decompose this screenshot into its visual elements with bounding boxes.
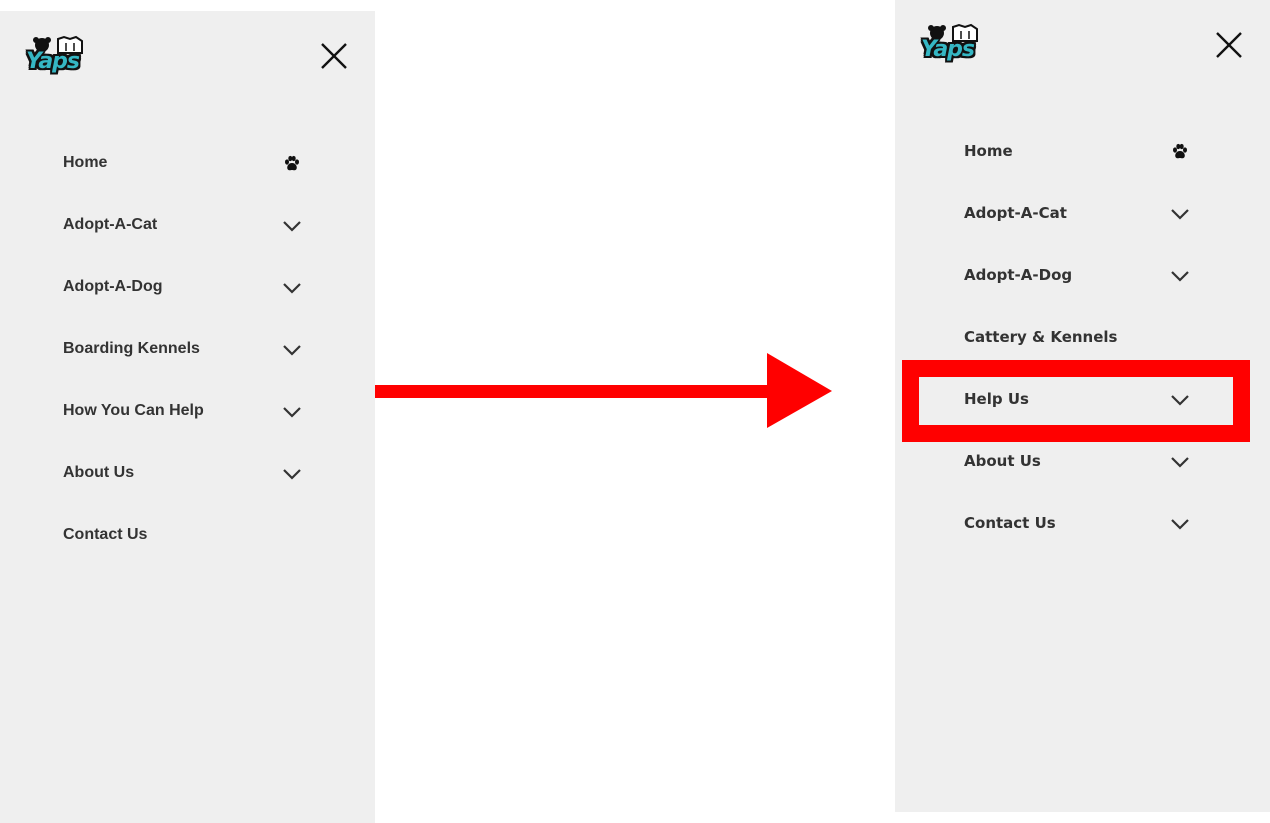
chevron-down-icon[interactable] — [282, 278, 302, 298]
menu-item-adopt-a-dog[interactable]: Adopt-A-Dog — [63, 268, 308, 308]
menu-item-adopt-a-dog[interactable]: Adopt-A-Dog — [964, 256, 1199, 296]
menu-item-label: Adopt-A-Dog — [63, 278, 163, 295]
menu-item-adopt-a-cat[interactable]: Adopt-A-Cat — [63, 206, 308, 246]
close-menu-button[interactable] — [319, 41, 349, 71]
chevron-down-icon[interactable] — [282, 216, 302, 236]
chevron-down-icon[interactable] — [1170, 204, 1190, 224]
menu-item-cattery-kennels[interactable]: Cattery & Kennels — [964, 318, 1199, 358]
menu-item-label: How You Can Help — [63, 402, 204, 419]
chevron-down-icon[interactable] — [1170, 514, 1190, 534]
chevron-down-icon[interactable] — [282, 340, 302, 360]
menu-item-label: Adopt-A-Cat — [63, 216, 158, 233]
close-icon — [321, 43, 347, 69]
menu-item-label: About Us — [63, 464, 135, 481]
paw-icon — [282, 154, 302, 174]
close-menu-button[interactable] — [1214, 30, 1244, 60]
menu-item-label: Home — [964, 142, 1013, 160]
menu-item-adopt-a-cat[interactable]: Adopt-A-Cat — [964, 194, 1199, 234]
logo-text: Yaps — [26, 49, 80, 74]
yaps-logo[interactable]: Yaps — [919, 23, 983, 76]
menu-item-home[interactable]: Home — [964, 132, 1199, 172]
menu-item-contact-us[interactable]: Contact Us — [964, 504, 1199, 544]
menu-item-label: Adopt-A-Dog — [964, 266, 1073, 284]
menu-item-label: Home — [63, 154, 108, 171]
menu-item-label: Boarding Kennels — [63, 340, 200, 357]
menu-item-label: Cattery & Kennels — [964, 328, 1118, 346]
menu-item-contact-us[interactable]: Contact Us — [63, 516, 308, 556]
chevron-down-icon[interactable] — [282, 464, 302, 484]
chevron-down-icon[interactable] — [1170, 266, 1190, 286]
menu-item-boarding-kennels[interactable]: Boarding Kennels — [63, 330, 308, 370]
yaps-logo[interactable]: Yaps — [24, 35, 88, 88]
menu-item-how-you-can-help[interactable]: How You Can Help — [63, 392, 308, 432]
menu-item-label: Help Us — [964, 390, 1029, 408]
paw-icon — [1170, 142, 1190, 162]
menu-item-label: Contact Us — [964, 514, 1056, 532]
menu-item-about-us[interactable]: About Us — [964, 442, 1199, 482]
menu-item-label: Contact Us — [63, 526, 148, 543]
menu-item-help-us[interactable]: Help Us — [964, 380, 1199, 420]
chevron-down-icon[interactable] — [1170, 452, 1190, 472]
menu-item-home[interactable]: Home — [63, 144, 308, 184]
logo-text: Yaps — [921, 37, 975, 62]
right-arrow-icon — [375, 353, 832, 428]
menu-item-label: Adopt-A-Cat — [964, 204, 1067, 222]
close-icon — [1216, 32, 1242, 58]
menu-item-about-us[interactable]: About Us — [63, 454, 308, 494]
chevron-down-icon[interactable] — [1170, 390, 1190, 410]
menu-item-label: About Us — [964, 452, 1041, 470]
chevron-down-icon[interactable] — [282, 402, 302, 422]
